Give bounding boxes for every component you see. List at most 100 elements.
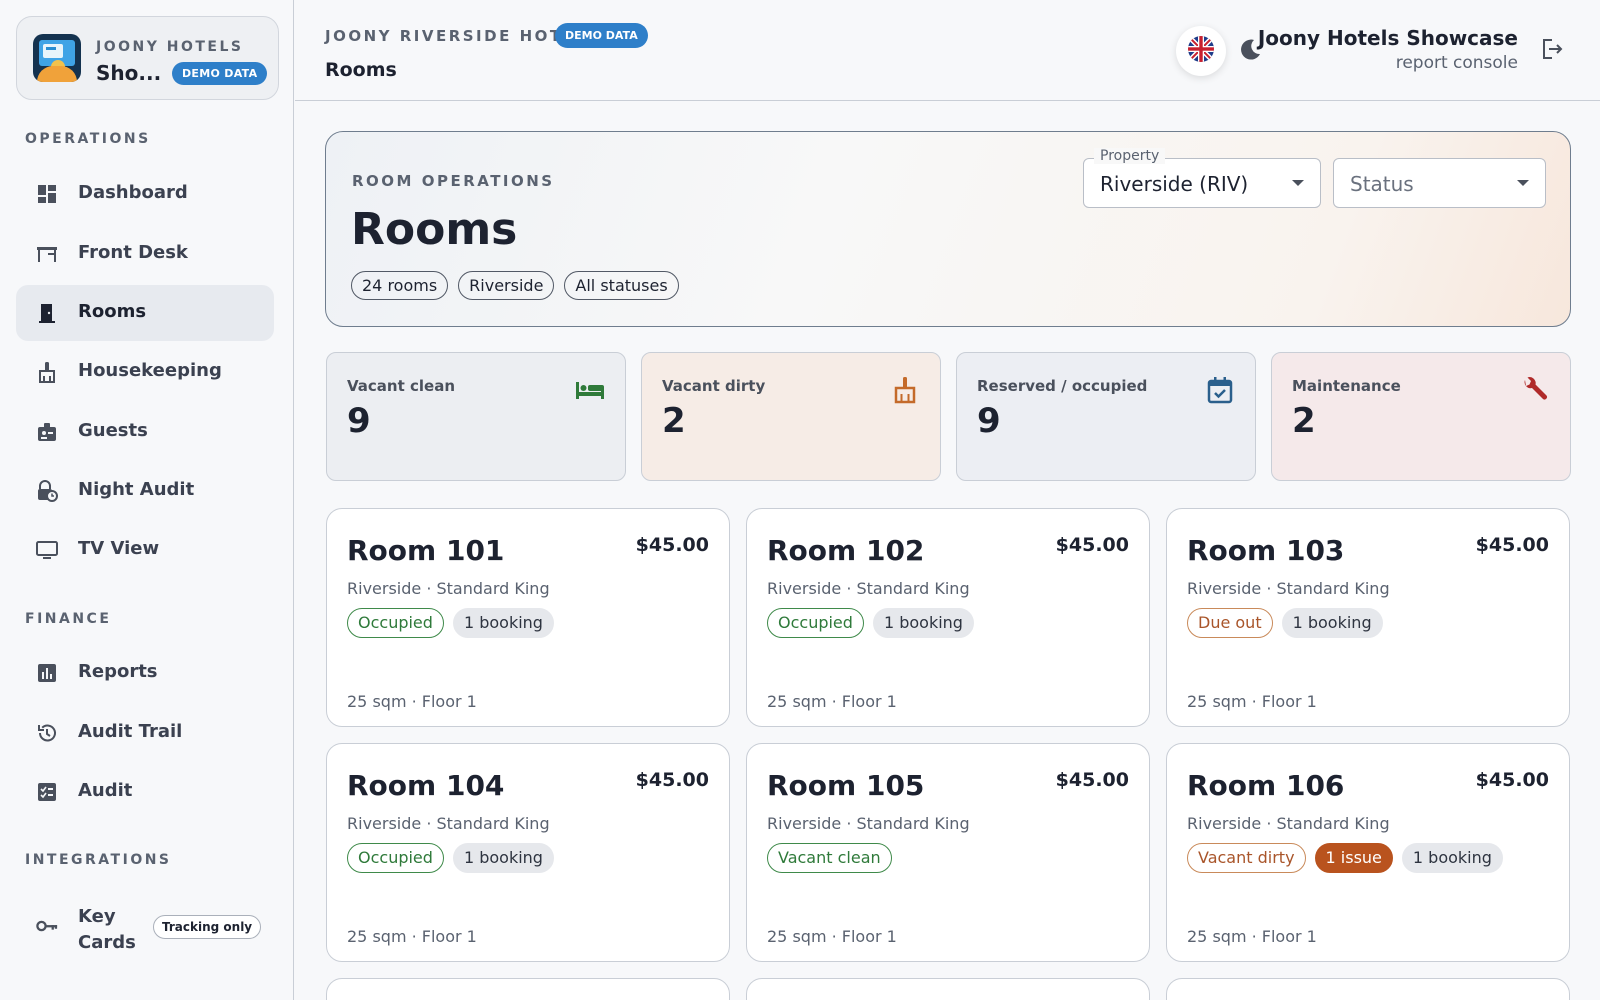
nav-section-integrations: INTEGRATIONS [25, 852, 172, 868]
issue-badge: 1 issue [1314, 843, 1393, 873]
room-details: 25 sqm · Floor 1 [347, 927, 477, 946]
sidebar-item-label: TV View [78, 538, 160, 559]
room-count-chip: 24 rooms [351, 271, 449, 300]
hotel-name: JOONY RIVERSIDE HOTEL [325, 27, 588, 45]
user-role: report console [1395, 53, 1518, 73]
booking-count-badge: 1 booking [872, 608, 974, 638]
stat-label: Reserved / occupied [977, 377, 1148, 395]
sidebar-item-rooms[interactable]: Rooms [16, 285, 274, 341]
room-price: $45.00 [1475, 534, 1549, 556]
room-price: $45.00 [635, 769, 709, 791]
tracking-only-chip: Tracking only [153, 915, 262, 939]
status-badge: Due out [1187, 608, 1273, 638]
room-meta: Riverside · Standard King [767, 579, 970, 598]
sidebar-item-guests[interactable]: Guests [16, 404, 274, 460]
brand-card[interactable]: JOONY HOTELS Sho... DEMO DATA [16, 16, 279, 100]
stat-card-reserved-occupied[interactable]: Reserved / occupied 9 [956, 352, 1256, 481]
sidebar-item-night-audit[interactable]: Night Audit [16, 463, 274, 519]
logout-icon [1540, 37, 1564, 65]
broom-icon [890, 375, 920, 405]
stat-card-maintenance[interactable]: Maintenance 2 [1271, 352, 1571, 481]
broom-icon [36, 361, 58, 383]
summary-chips: 24 rooms Riverside All statuses [351, 271, 679, 300]
sidebar-item-label: Guests [78, 420, 148, 441]
panel-title: Rooms [351, 204, 518, 255]
stat-card-vacant-dirty[interactable]: Vacant dirty 2 [641, 352, 941, 481]
sidebar-item-front-desk[interactable]: Front Desk [16, 226, 274, 282]
booking-count-badge: 1 booking [452, 843, 554, 873]
sidebar-item-label: Audit Trail [78, 721, 183, 742]
booking-count-badge: 1 booking [1281, 608, 1383, 638]
room-card-104[interactable]: Room 104 $45.00 Riverside · Standard Kin… [326, 743, 730, 962]
status-badge: Occupied [347, 608, 444, 638]
status-select[interactable]: Status [1333, 158, 1546, 208]
room-price: $45.00 [1055, 769, 1129, 791]
room-details: 25 sqm · Floor 1 [767, 692, 897, 711]
bar-chart-icon [36, 662, 58, 684]
booking-count-badge: 1 booking [1401, 843, 1503, 873]
room-name: Room 104 [347, 769, 505, 802]
room-tags: Occupied 1 booking [347, 843, 554, 873]
brand-name: Sho... [96, 61, 162, 85]
wrench-icon [1520, 375, 1550, 405]
sidebar-item-key-cards[interactable]: Key Cards Tracking only [16, 898, 274, 954]
uk-flag-icon [1188, 36, 1214, 66]
sidebar-item-label: Night Audit [78, 479, 195, 500]
sidebar-item-label: Key Cards [78, 906, 136, 953]
sidebar-item-housekeeping[interactable]: Housekeeping [16, 344, 274, 400]
brand-subtitle: JOONY HOTELS [96, 39, 244, 55]
stat-label: Maintenance [1292, 377, 1401, 395]
room-name: Room 101 [347, 534, 505, 567]
user-name: Joony Hotels Showcase [1257, 26, 1518, 50]
sidebar-item-audit[interactable]: Audit [16, 764, 274, 820]
nav-section-finance: FINANCE [25, 611, 112, 627]
room-meta: Riverside · Standard King [347, 579, 550, 598]
room-card-partial[interactable] [326, 978, 730, 1000]
sidebar-item-label: Housekeeping [78, 360, 222, 381]
property-select[interactable]: Property Riverside (RIV) [1083, 148, 1321, 208]
status-select-placeholder: Status [1350, 172, 1414, 196]
status-badge: Vacant dirty [1187, 843, 1306, 873]
room-price: $45.00 [1475, 769, 1549, 791]
stat-card-vacant-clean[interactable]: Vacant clean 9 [326, 352, 626, 481]
bed-icon [575, 375, 605, 405]
room-details: 25 sqm · Floor 1 [767, 927, 897, 946]
room-tags: Due out 1 booking [1187, 608, 1383, 638]
top-bar: JOONY RIVERSIDE HOTEL DEMO DATA Rooms Jo… [295, 0, 1600, 101]
app-logo [33, 34, 81, 82]
room-card-102[interactable]: Room 102 $45.00 Riverside · Standard Kin… [746, 508, 1150, 727]
room-name: Room 103 [1187, 534, 1345, 567]
property-select-value: Riverside (RIV) [1100, 172, 1249, 196]
stat-label: Vacant dirty [662, 377, 766, 395]
room-price: $45.00 [635, 534, 709, 556]
chevron-down-icon [1292, 180, 1304, 186]
calendar-check-icon [1205, 375, 1235, 405]
stat-value: 2 [1292, 401, 1316, 441]
monitor-icon [36, 539, 58, 561]
sidebar-item-label: Rooms [78, 301, 147, 322]
language-button[interactable] [1176, 26, 1226, 76]
sidebar-item-tv-view[interactable]: TV View [16, 522, 274, 578]
status-badge: Occupied [347, 843, 444, 873]
key-icon [36, 915, 58, 937]
room-card-106[interactable]: Room 106 $45.00 Riverside · Standard Kin… [1166, 743, 1570, 962]
sidebar-item-audit-trail[interactable]: Audit Trail [16, 705, 274, 761]
demo-badge: DEMO DATA [172, 62, 268, 85]
room-card-103[interactable]: Room 103 $45.00 Riverside · Standard Kin… [1166, 508, 1570, 727]
room-details: 25 sqm · Floor 1 [347, 692, 477, 711]
room-card-105[interactable]: Room 105 $45.00 Riverside · Standard Kin… [746, 743, 1150, 962]
room-card-partial[interactable] [746, 978, 1150, 1000]
page-title: Rooms [325, 59, 397, 81]
sidebar-item-reports[interactable]: Reports [16, 645, 274, 701]
room-name: Room 102 [767, 534, 925, 567]
sidebar-item-dashboard[interactable]: Dashboard [16, 166, 274, 222]
logout-button[interactable] [1535, 34, 1569, 68]
room-name: Room 105 [767, 769, 925, 802]
property-select-label: Property [1094, 148, 1166, 164]
demo-badge: DEMO DATA [555, 23, 648, 48]
status-badge: Occupied [767, 608, 864, 638]
room-card-partial[interactable] [1166, 978, 1570, 1000]
sidebar-item-label: Dashboard [78, 182, 188, 203]
sidebar-item-label: Audit [78, 780, 133, 801]
room-card-101[interactable]: Room 101 $45.00 Riverside · Standard Kin… [326, 508, 730, 727]
